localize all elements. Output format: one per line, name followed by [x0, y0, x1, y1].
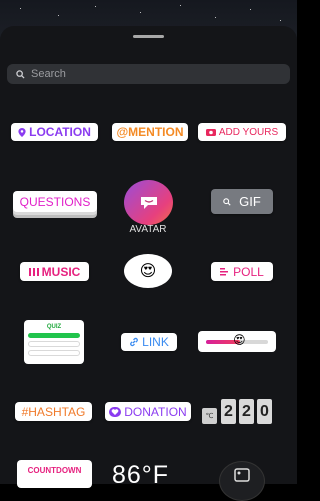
quiz-answer: [28, 341, 80, 347]
music-bars-icon: [28, 267, 39, 276]
link-label: LINK: [142, 335, 169, 349]
heart-eyes-emoji: 😍: [139, 263, 157, 280]
questions-label: QUESTIONS: [19, 194, 91, 209]
avatar-sticker[interactable]: [124, 180, 173, 225]
avatar-label: AVATAR: [129, 224, 167, 235]
add-yours-sticker[interactable]: ADD YOURS: [198, 123, 286, 141]
add-yours-label: ADD YOURS: [218, 126, 279, 138]
gif-sticker[interactable]: GIF: [211, 189, 273, 214]
temperature-digit[interactable]: 2: [221, 399, 236, 424]
search-placeholder: Search: [31, 68, 66, 80]
temperature-sticker-unit[interactable]: ℃: [202, 408, 217, 424]
countdown-label: COUNTDOWN: [27, 466, 82, 475]
camera-icon: [205, 128, 216, 136]
drag-handle[interactable]: [133, 35, 164, 38]
emoji-slider-sticker[interactable]: 😍: [198, 331, 276, 352]
quiz-answer: [28, 350, 80, 356]
questions-sticker[interactable]: QUESTIONS: [13, 191, 97, 212]
slider-knob-emoji[interactable]: 😍: [233, 333, 246, 347]
quiz-sticker[interactable]: QUIZ: [24, 320, 84, 364]
gif-search-icon: [223, 197, 231, 206]
photo-icon: [234, 468, 250, 482]
emoji-reaction-sticker[interactable]: 😍: [124, 254, 172, 288]
quiz-answer-correct: [28, 333, 80, 338]
photo-sticker[interactable]: [219, 461, 265, 501]
search-icon: [16, 69, 25, 79]
location-label: LOCATION: [29, 125, 91, 139]
avatar-face-icon: [140, 197, 157, 209]
location-sticker[interactable]: LOCATION: [11, 123, 98, 141]
heart-donation-icon: [109, 406, 122, 417]
poll-lines-icon: [220, 267, 230, 276]
temperature-digit[interactable]: 2: [239, 399, 254, 424]
gif-label: GIF: [239, 194, 261, 209]
music-sticker[interactable]: MUSIC: [20, 262, 89, 281]
hashtag-sticker[interactable]: #HASHTAG: [15, 402, 92, 421]
search-bar[interactable]: Search: [7, 64, 290, 84]
music-label: MUSIC: [41, 264, 81, 279]
link-sticker[interactable]: LINK: [121, 333, 177, 351]
temperature-digit[interactable]: 0: [257, 399, 272, 424]
quiz-label: QUIZ: [46, 324, 62, 330]
mention-label: @MENTION: [116, 125, 184, 139]
location-pin-icon: [18, 127, 26, 137]
mention-sticker[interactable]: @MENTION: [112, 123, 188, 141]
donation-label: DONATION: [124, 404, 187, 419]
link-icon: [129, 337, 139, 347]
donation-sticker[interactable]: DONATION: [105, 402, 191, 421]
hashtag-label: #HASHTAG: [21, 404, 86, 419]
weather-sticker[interactable]: 86°F: [112, 461, 208, 490]
poll-sticker[interactable]: POLL: [211, 262, 273, 281]
poll-label: POLL: [233, 264, 264, 279]
